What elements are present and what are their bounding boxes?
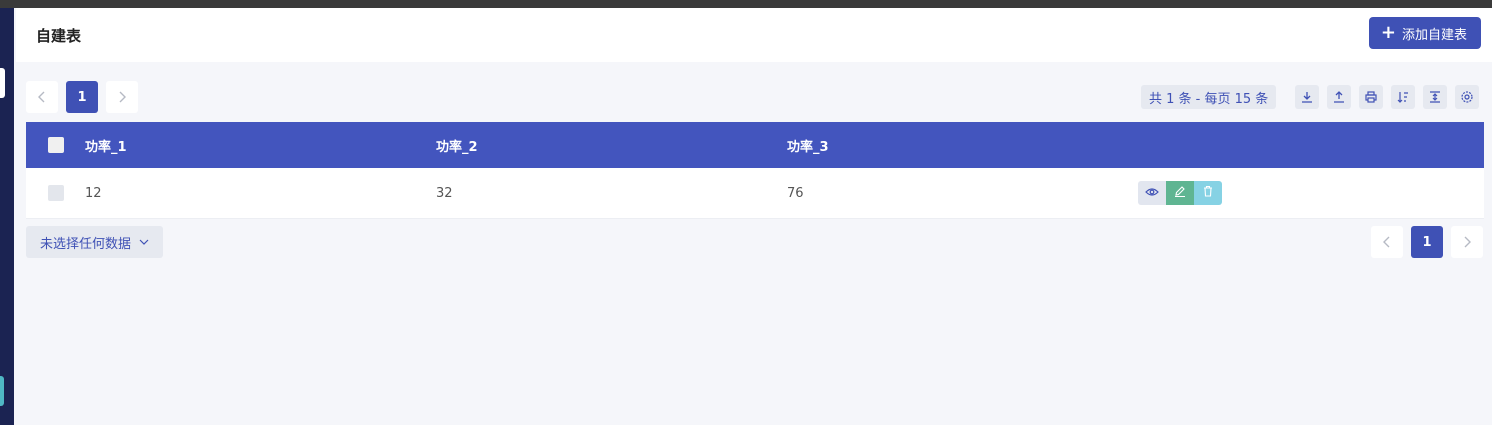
view-button[interactable]: [1138, 181, 1166, 205]
table-row: 12 32 76: [26, 168, 1484, 219]
column-header[interactable]: 功率_3: [787, 136, 1138, 155]
window-top-bar: [0, 0, 1492, 8]
column-height-icon[interactable]: [1423, 85, 1447, 109]
page-button-current[interactable]: 1: [1411, 226, 1443, 258]
row-checkbox[interactable]: [47, 185, 64, 201]
table-cell: 12: [85, 185, 102, 201]
settings-icon[interactable]: [1455, 85, 1479, 109]
record-summary: 共 1 条 - 每页 15 条: [1141, 85, 1277, 109]
page-header: 自建表 + 添加自建表: [16, 8, 1492, 62]
chevron-left-icon: [1382, 233, 1392, 252]
page-button-current[interactable]: 1: [66, 81, 98, 113]
pagination-top: 1: [26, 81, 138, 113]
chevron-down-icon: [139, 235, 149, 250]
chevron-right-icon: [117, 88, 127, 107]
table-toolbar: [1295, 85, 1479, 109]
print-icon[interactable]: [1359, 85, 1383, 109]
next-page-button[interactable]: [106, 81, 138, 113]
eye-icon: [1145, 186, 1159, 201]
page-title: 自建表: [36, 27, 82, 45]
select-all-checkbox[interactable]: [47, 137, 64, 153]
chevron-right-icon: [1462, 233, 1472, 252]
data-table: 功率_1 功率_2 功率_3 12 32 76: [26, 122, 1484, 219]
column-header[interactable]: 功率_1: [85, 136, 436, 155]
upload-icon[interactable]: [1327, 85, 1351, 109]
download-icon[interactable]: [1295, 85, 1319, 109]
pagination-bottom: 1: [1371, 226, 1483, 258]
sidebar: [0, 8, 14, 425]
sidebar-item[interactable]: [0, 68, 5, 98]
table-header: 功率_1 功率_2 功率_3: [26, 122, 1484, 168]
trash-icon: [1202, 185, 1214, 201]
add-table-label: 添加自建表: [1401, 27, 1467, 43]
edit-button[interactable]: [1166, 181, 1194, 205]
delete-button[interactable]: [1194, 181, 1222, 205]
selection-label: 未选择任何数据: [40, 236, 132, 252]
table-cell: 76: [787, 185, 804, 201]
prev-page-button[interactable]: [1371, 226, 1403, 258]
next-page-button[interactable]: [1451, 226, 1483, 258]
add-table-button[interactable]: + 添加自建表: [1368, 17, 1481, 49]
selection-dropdown[interactable]: 未选择任何数据: [26, 226, 164, 258]
plus-icon: +: [1380, 22, 1396, 43]
table-cell: 32: [436, 185, 453, 201]
sidebar-item[interactable]: [0, 376, 4, 406]
edit-icon: [1174, 185, 1186, 201]
prev-page-button[interactable]: [26, 81, 58, 113]
column-header[interactable]: 功率_2: [436, 136, 787, 155]
row-actions: [1138, 181, 1484, 205]
sort-icon[interactable]: [1391, 85, 1415, 109]
chevron-left-icon: [37, 88, 47, 107]
